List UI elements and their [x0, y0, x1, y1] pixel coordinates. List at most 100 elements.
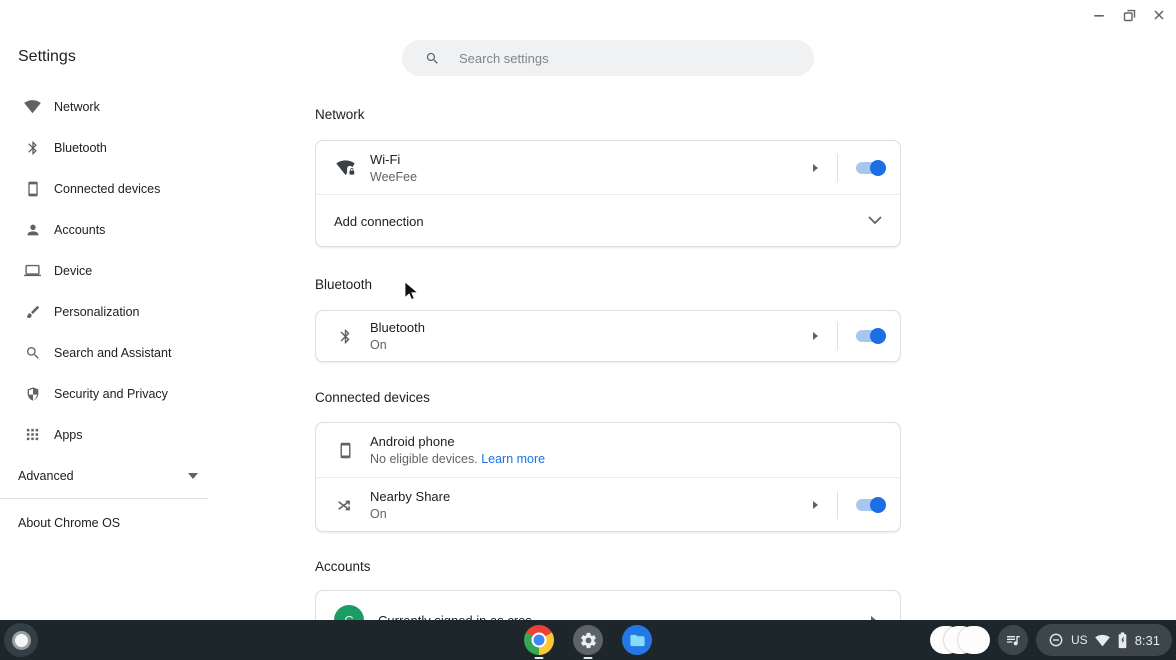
bluetooth-card: Bluetooth On	[315, 310, 901, 362]
signed-in-title: Currently signed in as cros	[378, 613, 532, 621]
window-controls	[1088, 4, 1170, 26]
subpage-arrow-icon[interactable]	[813, 332, 818, 340]
settings-main: Network Wi-Fi WeeFee Add connecti	[315, 0, 901, 620]
add-connection-row[interactable]: Add connection	[316, 195, 900, 247]
toggle-thumb	[870, 160, 886, 176]
shelf-app-settings[interactable]	[573, 625, 603, 655]
restore-button[interactable]	[1118, 4, 1140, 26]
section-heading-bluetooth: Bluetooth	[315, 277, 372, 292]
chevron-down-icon[interactable]	[868, 212, 882, 230]
bluetooth-icon	[334, 328, 356, 345]
subpage-arrow-icon[interactable]	[813, 164, 818, 172]
section-heading-accounts: Accounts	[315, 559, 371, 574]
battery-icon	[1117, 632, 1128, 649]
section-heading-network: Network	[315, 107, 365, 122]
nearby-share-state: On	[370, 507, 450, 521]
smartphone-icon	[334, 442, 356, 459]
media-controls-button[interactable]	[998, 625, 1028, 655]
page-title: Settings	[18, 48, 76, 66]
notification-stack[interactable]	[930, 625, 990, 655]
launcher-icon	[15, 634, 28, 647]
sidebar-item-security-privacy[interactable]: Security and Privacy	[0, 373, 232, 414]
wifi-toggle[interactable]	[856, 162, 884, 174]
keyboard-layout-label: US	[1071, 633, 1088, 647]
shelf: US 8:31	[0, 620, 1176, 660]
notification-card	[958, 626, 990, 654]
search-bar[interactable]	[402, 40, 814, 76]
nearby-share-icon	[334, 497, 356, 514]
sidebar-item-bluetooth[interactable]: Bluetooth	[0, 127, 232, 168]
sidebar-item-network[interactable]: Network	[0, 86, 232, 127]
brush-icon	[24, 303, 41, 320]
toggle-thumb	[870, 497, 886, 513]
android-phone-row[interactable]: Android phone No eligible devices. Learn…	[316, 423, 900, 477]
apps-grid-icon	[24, 426, 41, 443]
about-label: About Chrome OS	[18, 516, 120, 530]
sidebar-item-accounts[interactable]: Accounts	[0, 209, 232, 250]
toggle-thumb	[870, 328, 886, 344]
search-input[interactable]	[457, 50, 781, 67]
bluetooth-row[interactable]: Bluetooth On	[316, 311, 900, 361]
subpage-arrow-icon[interactable]	[813, 501, 818, 509]
sidebar-item-personalization[interactable]: Personalization	[0, 291, 232, 332]
launcher-button[interactable]	[4, 623, 38, 657]
wifi-row[interactable]: Wi-Fi WeeFee	[316, 141, 900, 194]
running-indicator	[535, 657, 544, 659]
advanced-label: Advanced	[18, 469, 74, 483]
wifi-lock-icon	[334, 158, 356, 177]
laptop-icon	[24, 262, 41, 279]
close-icon	[1153, 9, 1165, 21]
shelf-app-files[interactable]	[622, 625, 652, 655]
sidebar-item-label: Security and Privacy	[54, 387, 168, 401]
shelf-app-chrome[interactable]	[524, 625, 554, 655]
sidebar-item-search-assistant[interactable]: Search and Assistant	[0, 332, 232, 373]
media-controls-icon	[1005, 632, 1021, 648]
row-separator	[837, 491, 838, 519]
bluetooth-toggle[interactable]	[856, 330, 884, 342]
android-phone-status: No eligible devices.	[370, 452, 478, 466]
wifi-icon	[1095, 633, 1110, 648]
bluetooth-icon	[24, 139, 41, 156]
wifi-network-name: WeeFee	[370, 170, 417, 184]
nearby-share-title: Nearby Share	[370, 489, 450, 504]
shelf-apps	[524, 625, 652, 655]
sidebar-item-label: Accounts	[54, 223, 105, 237]
sidebar-item-label: Device	[54, 264, 92, 278]
settings-gear-icon	[573, 625, 603, 655]
accounts-card: C Currently signed in as cros	[315, 590, 901, 620]
sidebar-item-label: Connected devices	[54, 182, 160, 196]
sidebar-advanced-toggle[interactable]: Advanced	[0, 455, 232, 496]
sidebar-item-device[interactable]: Device	[0, 250, 232, 291]
shelf-status-area: US 8:31	[930, 624, 1172, 656]
search-icon	[24, 344, 41, 361]
minimize-button[interactable]	[1088, 4, 1110, 26]
signed-in-row[interactable]: C Currently signed in as cros	[316, 591, 900, 620]
add-connection-label: Add connection	[334, 214, 424, 229]
sidebar-item-label: Network	[54, 100, 100, 114]
android-phone-title: Android phone	[370, 434, 545, 449]
files-folder-icon	[622, 625, 652, 655]
close-button[interactable]	[1148, 4, 1170, 26]
minimize-icon	[1093, 9, 1105, 21]
sidebar-item-apps[interactable]: Apps	[0, 414, 232, 455]
nearby-share-toggle[interactable]	[856, 499, 884, 511]
chromeos-screen: Settings Network Bluetooth Connected dev…	[0, 0, 1176, 660]
learn-more-link[interactable]: Learn more	[481, 452, 545, 466]
sidebar-item-label: Personalization	[54, 305, 139, 319]
smartphone-icon	[24, 180, 41, 197]
row-separator	[837, 154, 838, 182]
chevron-down-icon	[188, 473, 198, 479]
person-icon	[24, 221, 41, 238]
sidebar-item-about-chromeos[interactable]: About Chrome OS	[0, 499, 232, 546]
status-tray[interactable]: US 8:31	[1036, 624, 1172, 656]
settings-window: Settings Network Bluetooth Connected dev…	[0, 0, 1176, 620]
sidebar-item-connected-devices[interactable]: Connected devices	[0, 168, 232, 209]
search-icon	[425, 51, 440, 66]
sidebar-item-label: Bluetooth	[54, 141, 107, 155]
nearby-share-row[interactable]: Nearby Share On	[316, 478, 900, 532]
network-card: Wi-Fi WeeFee Add connection	[315, 140, 901, 247]
row-separator	[837, 322, 838, 350]
sidebar: Network Bluetooth Connected devices Acco…	[0, 86, 232, 546]
chrome-icon	[524, 625, 554, 655]
sidebar-item-label: Search and Assistant	[54, 346, 171, 360]
